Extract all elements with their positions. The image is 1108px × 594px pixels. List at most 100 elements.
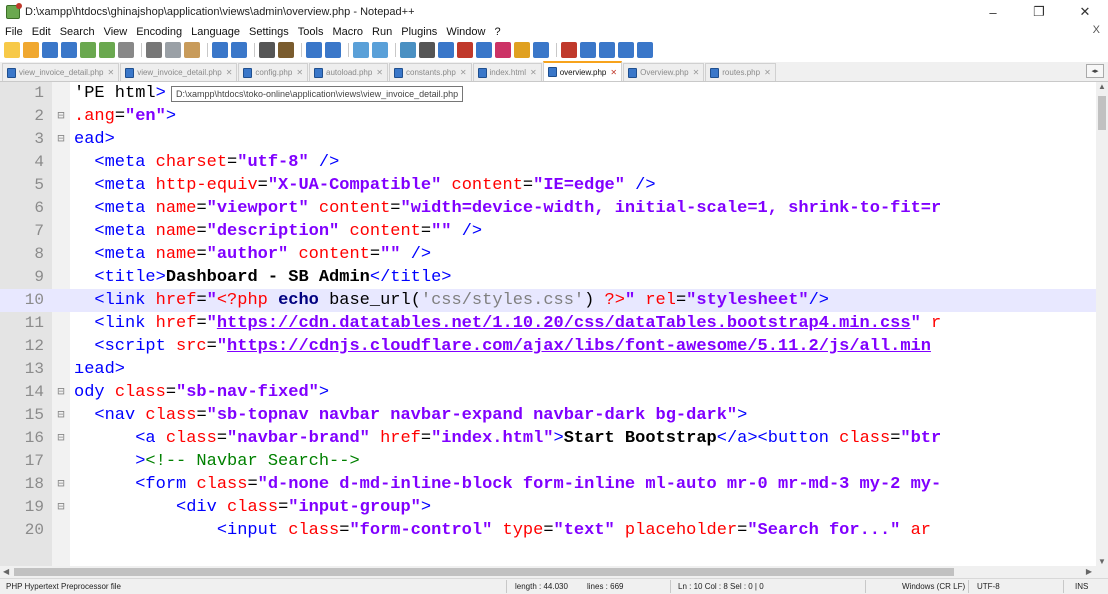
fold-toggle-icon[interactable]: ⊟ xyxy=(54,381,68,404)
cut-icon[interactable] xyxy=(146,42,162,58)
all-chars-icon[interactable] xyxy=(419,42,435,58)
print-icon[interactable] xyxy=(118,42,134,58)
run-macro-multiple-icon[interactable] xyxy=(618,42,634,58)
status-insert-mode[interactable]: INS xyxy=(1075,582,1088,591)
code-line[interactable]: 13 ıead> xyxy=(0,358,1096,381)
code-line[interactable]: 17 ><!-- Navbar Search--> xyxy=(0,450,1096,473)
code-line[interactable]: 3 ⊟ ead> xyxy=(0,128,1096,151)
tab-index-html[interactable]: index.html ✕ xyxy=(472,63,542,81)
copy-icon[interactable] xyxy=(165,42,181,58)
tab-close-icon[interactable]: ✕ xyxy=(610,68,617,77)
menu-encoding[interactable]: Encoding xyxy=(131,26,186,38)
tab-close-icon[interactable]: ✕ xyxy=(108,68,115,77)
tab-scroll-button[interactable]: ◂▸ xyxy=(1086,64,1104,78)
code-line[interactable]: 7 <meta name="description" content="" /> xyxy=(0,220,1096,243)
status-eol[interactable]: Windows (CR LF) xyxy=(902,582,965,591)
paste-icon[interactable] xyxy=(184,42,200,58)
code-line[interactable]: 11 <link href="https://cdn.datatables.ne… xyxy=(0,312,1096,335)
fold-toggle-icon[interactable]: ⊟ xyxy=(54,496,68,519)
redo-icon[interactable] xyxy=(231,42,247,58)
record-macro-icon[interactable] xyxy=(561,42,577,58)
fold-toggle-icon[interactable]: ⊟ xyxy=(54,105,68,128)
menu-search[interactable]: Search xyxy=(55,26,99,38)
fold-toggle-icon[interactable]: ⊟ xyxy=(54,473,68,496)
function-list-icon[interactable] xyxy=(495,42,511,58)
fold-toggle-icon[interactable]: ⊟ xyxy=(54,128,68,151)
doc-map-icon[interactable] xyxy=(476,42,492,58)
tab-view-invoice-detail-php[interactable]: view_invoice_detail.php ✕ xyxy=(2,63,120,81)
stop-macro-icon[interactable] xyxy=(580,42,596,58)
udl-icon[interactable] xyxy=(457,42,473,58)
tab-overview-php[interactable]: overview.php ✕ xyxy=(542,61,623,81)
code-line[interactable]: 4 <meta charset="utf-8" /> xyxy=(0,151,1096,174)
close-icon[interactable] xyxy=(80,42,96,58)
code-line[interactable]: 19 ⊟ <div class="input-group"> xyxy=(0,496,1096,519)
code-line[interactable]: 16 ⊟ <a class="navbar-brand" href="index.… xyxy=(0,427,1096,450)
sync-v-icon[interactable] xyxy=(353,42,369,58)
play-macro-icon[interactable] xyxy=(599,42,615,58)
menu-edit[interactable]: Edit xyxy=(27,26,55,38)
menu-tools[interactable]: Tools xyxy=(293,26,328,38)
horizontal-scrollbar[interactable]: ◀ ▶ xyxy=(0,566,1108,578)
zoom-out-icon[interactable] xyxy=(325,42,341,58)
code-line[interactable]: 18 ⊟ <form class="d-none d-md-inline-bloc… xyxy=(0,473,1096,496)
menu-plugins[interactable]: Plugins xyxy=(396,26,441,38)
menu-language[interactable]: Language xyxy=(186,26,244,38)
maximize-button[interactable]: ❐ xyxy=(1016,0,1062,24)
menu-window[interactable]: Window xyxy=(441,26,489,38)
status-encoding[interactable]: UTF-8 xyxy=(977,582,1000,591)
horizontal-scroll-thumb[interactable] xyxy=(14,568,954,576)
tab-routes-php[interactable]: routes.php ✕ xyxy=(705,63,776,81)
menu-macro[interactable]: Macro xyxy=(327,26,367,38)
folder-workspace-icon[interactable] xyxy=(514,42,530,58)
code-line[interactable]: 6 <meta name="viewport" content="width=d… xyxy=(0,197,1096,220)
new-file-icon[interactable] xyxy=(4,42,20,58)
code-line[interactable]: 1 ​'PE html> xyxy=(0,82,1096,105)
code-line[interactable]: 2 ⊟ .ang="en"> xyxy=(0,105,1096,128)
menu-help[interactable]: ? xyxy=(489,26,504,38)
undo-icon[interactable] xyxy=(212,42,228,58)
menu-file[interactable]: File xyxy=(0,26,27,38)
fold-toggle-icon[interactable]: ⊟ xyxy=(54,427,68,450)
tab-close-icon[interactable]: ✕ xyxy=(226,68,233,77)
tab-overview-php[interactable]: Overview.php ✕ xyxy=(623,63,705,81)
vertical-scrollbar[interactable]: ▲ ▼ xyxy=(1096,82,1108,566)
save-icon[interactable] xyxy=(42,42,58,58)
code-line[interactable]: 14 ⊟ ody class="sb-nav-fixed"> xyxy=(0,381,1096,404)
tab-autoload-php[interactable]: autoload.php ✕ xyxy=(309,63,388,81)
status-position[interactable]: Ln : 10 Col : 8 Sel : 0 | 0 xyxy=(678,582,764,591)
close-document-button[interactable]: X xyxy=(1093,24,1100,36)
tab-config-php[interactable]: config.php ✕ xyxy=(238,63,309,81)
open-file-icon[interactable] xyxy=(23,42,39,58)
code-line[interactable]: 5 <meta http-equiv="X-UA-Compatible" con… xyxy=(0,174,1096,197)
scroll-down-icon[interactable]: ▼ xyxy=(1098,557,1106,566)
sync-h-icon[interactable] xyxy=(372,42,388,58)
find-icon[interactable] xyxy=(259,42,275,58)
tab-close-icon[interactable]: ✕ xyxy=(376,68,383,77)
word-wrap-icon[interactable] xyxy=(400,42,416,58)
code-line[interactable]: 15 ⊟ <nav class="sb-topnav navbar navbar-… xyxy=(0,404,1096,427)
vertical-scroll-thumb[interactable] xyxy=(1098,96,1106,130)
menu-view[interactable]: View xyxy=(99,26,132,38)
zoom-in-icon[interactable] xyxy=(306,42,322,58)
tab-close-icon[interactable]: ✕ xyxy=(530,68,537,77)
indent-guide-icon[interactable] xyxy=(438,42,454,58)
minimize-button[interactable]: – xyxy=(970,0,1016,24)
monitoring-icon[interactable] xyxy=(533,42,549,58)
tab-constants-php[interactable]: constants.php ✕ xyxy=(389,63,472,81)
tab-view-invoice-detail-php[interactable]: view_invoice_detail.php ✕ xyxy=(120,63,238,81)
replace-icon[interactable] xyxy=(278,42,294,58)
code-line[interactable]: 9 <title>Dashboard - SB Admin</title> xyxy=(0,266,1096,289)
fold-toggle-icon[interactable]: ⊟ xyxy=(54,404,68,427)
scroll-right-icon[interactable]: ▶ xyxy=(1086,567,1092,576)
menu-settings[interactable]: Settings xyxy=(244,26,293,38)
menu-run[interactable]: Run xyxy=(367,26,396,38)
tab-close-icon[interactable]: ✕ xyxy=(460,68,467,77)
tab-close-icon[interactable]: ✕ xyxy=(764,68,771,77)
code-line[interactable]: 10 <link href="<?php echo base_url('css/… xyxy=(0,289,1096,312)
save-all-icon[interactable] xyxy=(61,42,77,58)
tab-close-icon[interactable]: ✕ xyxy=(693,68,700,77)
code-line[interactable]: 8 <meta name="author" content="" /> xyxy=(0,243,1096,266)
code-line[interactable]: 12 <script src="https://cdnjs.cloudflare… xyxy=(0,335,1096,358)
scroll-up-icon[interactable]: ▲ xyxy=(1098,82,1106,91)
